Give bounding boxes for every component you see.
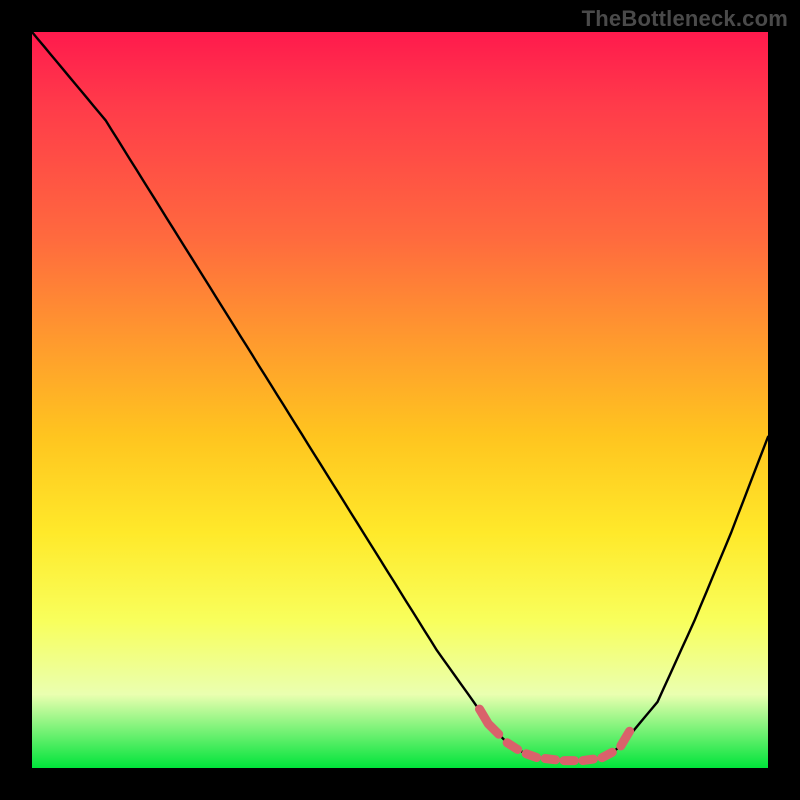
plot-area xyxy=(32,32,768,768)
trough-marker xyxy=(480,709,630,761)
curve-path xyxy=(32,32,768,761)
watermark-text: TheBottleneck.com xyxy=(582,6,788,32)
bottleneck-curve xyxy=(32,32,768,768)
chart-frame: TheBottleneck.com xyxy=(0,0,800,800)
